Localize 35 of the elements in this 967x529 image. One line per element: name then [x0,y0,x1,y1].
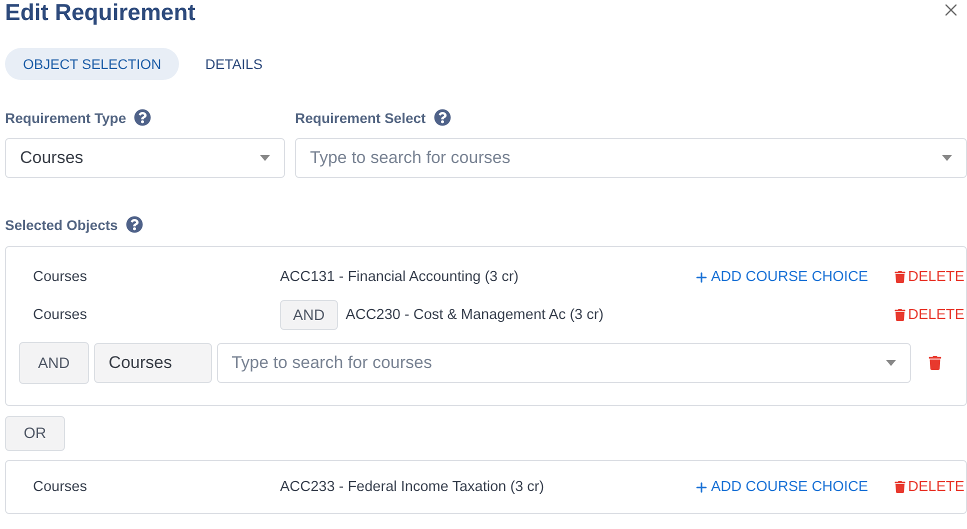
tab[interactable]: DETAILS [187,48,281,80]
trash-icon [894,271,906,283]
delete-link[interactable]: DELETE [894,269,966,285]
type-field[interactable]: Courses [94,343,212,383]
dropdown-caret-icon [260,155,270,161]
select-field[interactable]: Courses [5,138,285,178]
course-name: ACC233 - Federal Income Taxation (3 cr) [280,479,544,495]
section-label: Selected Objects [5,216,118,232]
add-course-choice-link[interactable]: ADD COURSE CHOICE [694,269,868,285]
object-type: Courses [33,307,88,323]
connector-tag: AND [280,300,338,330]
connector-tag: AND [19,342,89,384]
dialog-title: Edit Requirement [5,0,196,24]
field-label: Requirement Type [5,110,126,126]
help-icon[interactable] [134,109,152,126]
delete-link[interactable]: DELETE [894,307,966,323]
course-name: ACC131 - Financial Accounting (3 cr) [280,269,519,285]
tab[interactable]: OBJECT SELECTION [5,48,180,80]
course-search-field[interactable]: Type to search for courses [216,343,911,383]
trash-icon [894,481,906,493]
object-type: Courses [33,269,88,285]
dropdown-caret-icon [942,155,952,161]
help-icon[interactable] [434,109,451,126]
course-name: ACC230 - Cost & Management Ac (3 cr) [346,307,604,323]
or-connector-button[interactable]: OR [5,416,65,451]
trash-icon [894,309,906,321]
select-field[interactable]: Type to search for courses [295,138,967,178]
add-course-choice-link[interactable]: ADD COURSE CHOICE [694,479,868,495]
dropdown-caret-icon [886,360,896,366]
plus-icon [694,270,709,284]
delete-link[interactable]: DELETE [894,479,966,495]
object-type: Courses [33,479,88,495]
field-label: Requirement Select [295,110,426,126]
plus-icon [694,480,709,494]
help-icon[interactable] [126,216,143,233]
